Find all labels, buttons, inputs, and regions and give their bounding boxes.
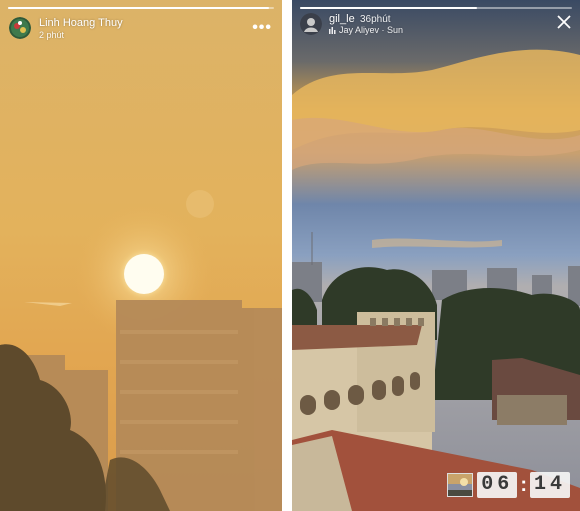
sunset-photo (0, 0, 282, 511)
sticker-thumbnail (447, 473, 474, 497)
story-panel-left[interactable]: Linh Hoang Thuy 2 phút ••• (0, 0, 282, 511)
story-panel-right[interactable]: gil_le 36phút Jay Aliyev · Sun 06 : 14 (292, 0, 580, 511)
timer-colon: : (520, 473, 527, 496)
more-dots-icon[interactable]: ••• (252, 19, 272, 37)
story-timestamp: 2 phút (39, 30, 65, 40)
avatar[interactable] (300, 13, 322, 35)
music-bars-icon (329, 26, 336, 34)
timer-minutes: 14 (529, 472, 570, 498)
story-progress-bar (300, 7, 572, 9)
story-username[interactable]: Linh Hoang Thuy (39, 17, 123, 29)
timer-hours: 06 (477, 472, 518, 498)
music-info[interactable]: Jay Aliyev · Sun (329, 25, 403, 35)
avatar[interactable] (9, 17, 31, 39)
music-label: Jay Aliyev · Sun (339, 25, 404, 35)
story-timestamp: 36phút (360, 14, 391, 25)
close-icon[interactable] (556, 14, 572, 30)
clock-sticker: 06 : 14 (447, 472, 570, 498)
sunset-city-photo (292, 0, 580, 511)
story-username[interactable]: gil_le (329, 13, 355, 25)
story-progress-bar (8, 7, 274, 9)
